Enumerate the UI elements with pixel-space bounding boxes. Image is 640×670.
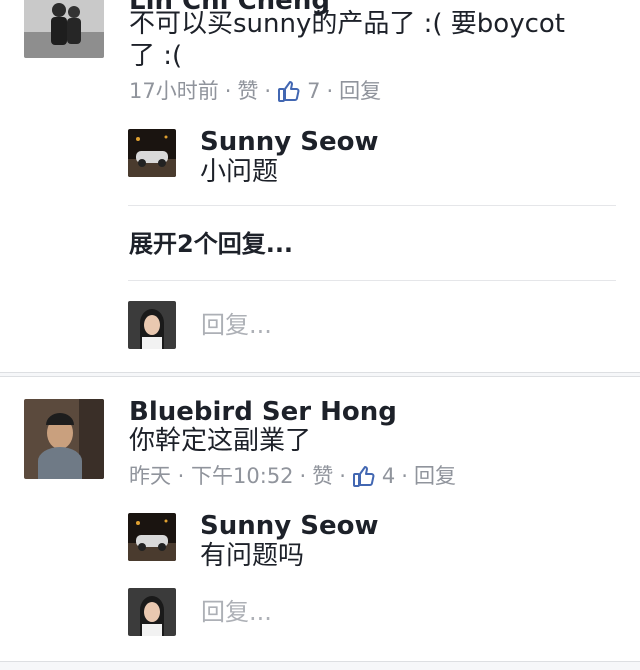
reply-input[interactable]: 回复...	[201, 597, 272, 627]
separator: ·	[326, 79, 334, 103]
reply-author-avatar[interactable]	[128, 513, 176, 561]
my-avatar	[128, 301, 176, 349]
reply-input[interactable]: 回复...	[201, 310, 272, 340]
comment-text-line: 了 :(	[129, 41, 183, 71]
comment-text: 不可以买sunny的产品了 :( 要boycot 了 :(	[129, 8, 629, 72]
reply-text: 有问题吗	[200, 541, 305, 571]
comment-timestamp: 昨天 · 下午10:52	[129, 464, 294, 488]
reply-author-name[interactable]: Sunny Seow	[200, 511, 379, 541]
like-count: 7	[307, 79, 321, 103]
avatar-photo	[128, 301, 176, 349]
like-link[interactable]: 赞	[237, 78, 258, 104]
separator: ·	[264, 79, 272, 103]
comment-text-line: 不可以买sunny的产品了 :( 要boycot	[129, 9, 565, 39]
comment-author-avatar[interactable]	[24, 0, 104, 58]
avatar-photo	[128, 513, 176, 561]
comment-author-avatar[interactable]	[24, 399, 104, 479]
thumbs-up-icon	[278, 81, 300, 102]
reply-link[interactable]: 回复	[339, 78, 381, 104]
reply-link[interactable]: 回复	[414, 463, 456, 489]
comment-meta: 昨天 · 下午10:52 · 赞 · 4 · 回复	[129, 463, 456, 489]
separator: ·	[339, 464, 346, 488]
my-avatar	[128, 588, 176, 636]
expand-replies-link[interactable]: 展开2个回复...	[129, 229, 293, 259]
reply-author-name[interactable]: Sunny Seow	[200, 127, 379, 157]
comment-card: Bluebird Ser Hong 你幹定这副業了 昨天 · 下午10:52 ·…	[0, 376, 640, 662]
comment-text: 你幹定这副業了	[129, 426, 312, 456]
comment-card: Lin Chi Cheng 不可以买sunny的产品了 :( 要boycot 了…	[0, 0, 640, 373]
thumbs-up-icon	[352, 466, 375, 487]
separator: ·	[224, 79, 232, 103]
like-count: 4	[381, 464, 396, 488]
comment-author-name[interactable]: Bluebird Ser Hong	[129, 397, 397, 427]
avatar-photo	[24, 0, 104, 58]
like-link[interactable]: 赞	[312, 463, 333, 489]
divider	[128, 280, 616, 281]
avatar-photo	[128, 129, 176, 177]
avatar-photo	[128, 588, 176, 636]
comment-meta: 17小时前 · 赞 · 7 · 回复	[129, 78, 381, 104]
separator: ·	[401, 464, 408, 488]
separator: ·	[299, 464, 307, 488]
reply-text: 小问题	[200, 157, 279, 187]
divider	[128, 205, 616, 206]
avatar-photo	[24, 399, 104, 479]
comment-timestamp: 17小时前	[129, 79, 219, 103]
reply-author-avatar[interactable]	[128, 129, 176, 177]
